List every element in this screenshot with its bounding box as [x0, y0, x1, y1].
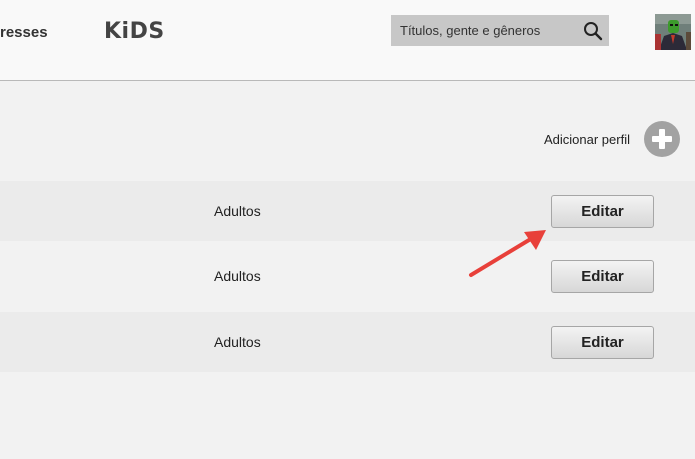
edit-profile-button[interactable]: Editar — [551, 260, 654, 293]
avatar[interactable] — [655, 14, 691, 50]
search-box — [391, 15, 609, 46]
kids-logo[interactable]: KiDS — [104, 19, 165, 44]
add-profile[interactable]: Adicionar perfil — [544, 121, 680, 157]
profile-type: Adultos — [214, 203, 261, 219]
search-input[interactable] — [400, 15, 579, 46]
annotation-arrow-icon — [469, 230, 546, 277]
profile-type: Adultos — [214, 334, 261, 350]
edit-profile-button[interactable]: Editar — [551, 195, 654, 228]
profile-row: Adultos Editar — [0, 181, 695, 241]
nav-item-interests[interactable]: resses — [0, 24, 48, 41]
add-profile-label[interactable]: Adicionar perfil — [544, 132, 630, 147]
edit-profile-button[interactable]: Editar — [551, 326, 654, 359]
search-icon[interactable] — [583, 21, 603, 41]
plus-circle-icon[interactable] — [644, 121, 680, 157]
top-navigation-bar: resses KiDS — [0, 0, 695, 81]
profile-row: Adultos Editar — [0, 246, 695, 306]
profile-row: Adultos Editar — [0, 312, 695, 372]
profile-type: Adultos — [214, 268, 261, 284]
